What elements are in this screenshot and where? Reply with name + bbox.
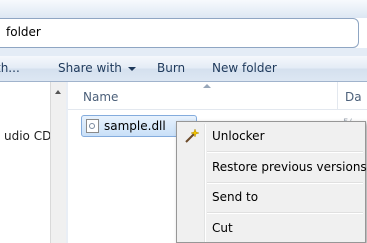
navigation-pane: udio CD [0,82,51,243]
menu-separator [207,151,363,153]
window-chrome [0,0,367,18]
address-path: folder [6,25,41,39]
burn-button[interactable]: Burn [157,61,185,75]
command-bar: th... Share with Burn New folder [0,56,367,82]
file-name: sample.dll [104,119,166,133]
explorer-window: folder th... Share with Burn New folder … [0,0,367,243]
column-header-date[interactable]: Da [345,90,362,104]
menu-item-label: Cut [212,221,233,235]
address-bar[interactable]: folder [0,18,359,48]
menu-item-label: Send to [212,190,259,204]
chevron-down-icon [127,66,136,71]
sort-arrow-icon [203,84,211,88]
menu-separator [207,212,363,214]
menu-item-restore-previous-versions[interactable]: Restore previous versions [179,156,367,178]
menu-item-send-to[interactable]: Send to [179,186,363,208]
dll-file-icon [86,119,99,133]
scroll-up-arrow-icon[interactable] [55,90,61,94]
column-divider[interactable] [337,82,338,110]
toolbar-cut-off-button[interactable]: th... [0,61,20,75]
nav-scrollbar[interactable] [50,82,66,243]
menu-separator [207,182,363,184]
nav-item-audio-cd[interactable]: udio CD [4,129,51,143]
menu-item-label: Restore previous versions [212,160,367,174]
menu-item-cut[interactable]: Cut [179,217,363,239]
context-menu: Unlocker Restore previous versions Send … [176,121,367,243]
column-header: Name Da [68,82,367,110]
share-with-label: Share with [58,61,122,75]
menu-item-unlocker[interactable]: Unlocker [179,125,363,147]
menu-item-label: Unlocker [212,129,265,143]
share-with-button[interactable]: Share with [58,61,136,75]
magic-wand-icon [185,128,200,143]
column-header-name[interactable]: Name [83,90,118,104]
new-folder-button[interactable]: New folder [212,61,277,75]
